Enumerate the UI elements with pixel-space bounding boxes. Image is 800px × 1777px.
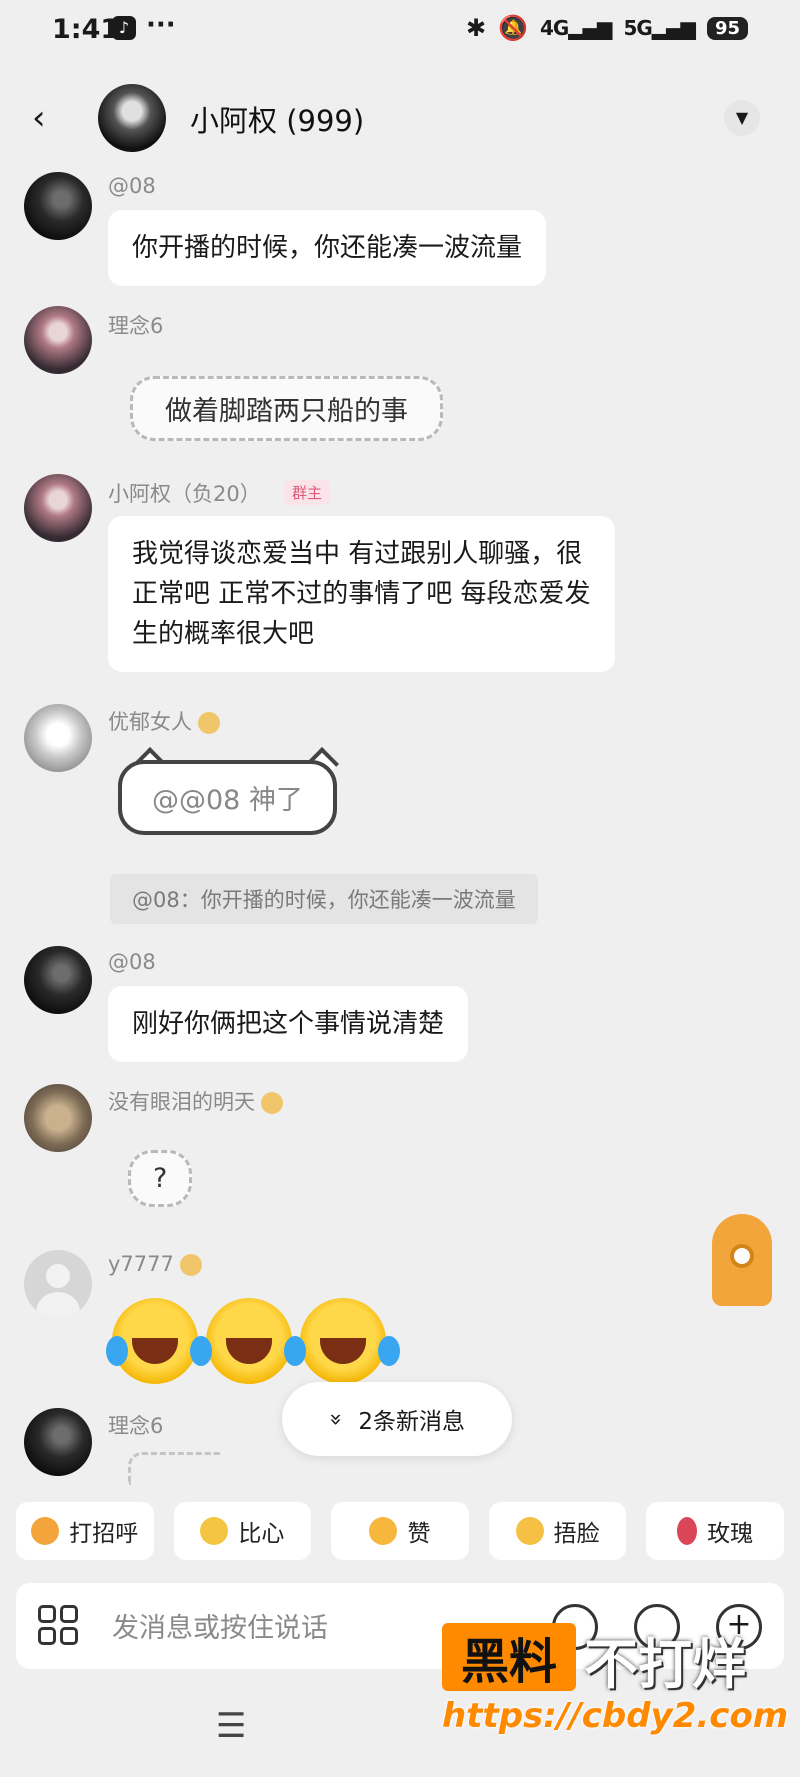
- sender-name: 理念6: [108, 314, 164, 338]
- sender-name: 优郁女人: [108, 706, 220, 736]
- watermark-logo: 黑料: [442, 1623, 576, 1691]
- sender-avatar[interactable]: [24, 1250, 92, 1318]
- quick-reply-heart[interactable]: 比心: [173, 1502, 312, 1560]
- wave-emoji-icon: [31, 1517, 60, 1545]
- watermark-text: 不打烊: [584, 1633, 746, 1696]
- back-icon[interactable]: ‹: [32, 100, 68, 136]
- menu-icon[interactable]: ☰: [216, 1706, 246, 1746]
- sender-avatar[interactable]: [24, 306, 92, 374]
- mute-icon: 🔕: [498, 14, 528, 42]
- quick-reply-facepalm[interactable]: 捂脸: [488, 1502, 627, 1560]
- quick-reply-rose[interactable]: 玫瑰: [646, 1502, 784, 1560]
- facepalm-cry-emoji[interactable]: [300, 1298, 386, 1384]
- facepalm-cry-emoji[interactable]: [206, 1298, 292, 1384]
- status-icons: ✱ 🔕 4G▂▄▆ 5G▂▄▆ 95: [466, 14, 748, 42]
- quick-reply-label: 捂脸: [553, 1521, 600, 1547]
- message-input[interactable]: 发消息或按住说话: [112, 1606, 328, 1645]
- more-notifications-icon: ···: [146, 10, 176, 40]
- sender-name: @08: [108, 174, 156, 198]
- sender-avatar[interactable]: [24, 946, 92, 1014]
- verified-badge-icon: [261, 1092, 283, 1114]
- message-bubble[interactable]: 你开播的时候，你还能凑一波流量: [108, 210, 547, 286]
- sender-avatar[interactable]: [24, 474, 92, 542]
- sender-name: 小阿权（负20）: [108, 482, 261, 506]
- tear-decoration: [284, 1336, 306, 1366]
- sender-avatar[interactable]: [24, 172, 92, 240]
- message-line: 正常吧 正常不过的事情了吧 每段恋爱发: [132, 579, 591, 609]
- sender-name: 没有眼泪的明天: [108, 1086, 283, 1116]
- sender-avatar[interactable]: [24, 1084, 92, 1152]
- message-line: 我觉得谈恋爱当中 有过跟别人聊骚，很: [132, 539, 583, 569]
- chevron-down-icon[interactable]: ▼: [724, 100, 760, 136]
- sender-avatar[interactable]: [24, 704, 92, 772]
- message-bubble[interactable]: 我觉得谈恋爱当中 有过跟别人聊骚，很 正常吧 正常不过的事情了吧 每段恋爱发 生…: [108, 516, 615, 672]
- message-bubble[interactable]: ?: [128, 1150, 193, 1207]
- owner-badge: 群主: [284, 480, 331, 505]
- message-bubble[interactable]: @@08 神了: [118, 760, 337, 835]
- double-chevron-down-icon: »: [323, 1412, 349, 1426]
- battery-indicator: 95: [706, 16, 748, 40]
- tear-decoration: [190, 1336, 212, 1366]
- quick-reply-label: 比心: [238, 1521, 285, 1547]
- quoted-message[interactable]: @08：你开播的时候，你还能凑一波流量: [110, 874, 538, 924]
- group-avatar[interactable]: [98, 84, 166, 152]
- group-title[interactable]: 小阿权 (999): [190, 98, 364, 140]
- tear-decoration: [378, 1336, 400, 1366]
- verified-badge-icon: [179, 1254, 202, 1276]
- apps-grid-icon[interactable]: [38, 1605, 78, 1645]
- message-bubble[interactable]: 刚好你俩把这个事情说清楚: [108, 986, 469, 1062]
- message-bubble-partial[interactable]: [128, 1452, 221, 1485]
- quick-reply-greet[interactable]: 打招呼: [16, 1502, 154, 1560]
- sender-avatar[interactable]: [24, 1408, 92, 1476]
- rose-emoji-icon: [677, 1517, 698, 1545]
- quick-reply-row: 打招呼 比心 赞 捂脸 玫瑰: [16, 1502, 784, 1560]
- new-messages-label: 2条新消息: [358, 1409, 466, 1435]
- quick-reply-like[interactable]: 赞: [331, 1502, 469, 1560]
- signal-5g-icon: 5G▂▄▆: [623, 16, 695, 40]
- quick-reply-label: 玫瑰: [707, 1521, 754, 1547]
- message-bubble[interactable]: 做着脚踏两只船的事: [130, 376, 443, 441]
- bluetooth-icon: ✱: [465, 14, 487, 42]
- tiktok-icon: ♪: [112, 16, 136, 40]
- sender-name: 理念6: [108, 1414, 164, 1438]
- message-line: 生的概率很大吧: [132, 619, 315, 649]
- tear-decoration: [106, 1336, 128, 1366]
- quick-reply-label: 赞: [407, 1521, 431, 1547]
- facepalm-emoji-icon: [515, 1517, 544, 1545]
- heart-hands-emoji-icon: [200, 1517, 229, 1545]
- signal-4g-icon: 4G▂▄▆: [539, 16, 612, 40]
- sender-name: y7777: [108, 1252, 202, 1276]
- floating-door-widget[interactable]: [712, 1214, 772, 1306]
- verified-badge-icon: [198, 712, 220, 734]
- thumbs-up-emoji-icon: [369, 1517, 398, 1545]
- status-time: 1:41: [52, 14, 120, 45]
- sender-name: @08: [108, 950, 156, 974]
- watermark-url: https://cbdy2.com: [442, 1696, 789, 1736]
- quick-reply-label: 打招呼: [69, 1521, 139, 1547]
- new-messages-button[interactable]: » 2条新消息: [282, 1382, 512, 1456]
